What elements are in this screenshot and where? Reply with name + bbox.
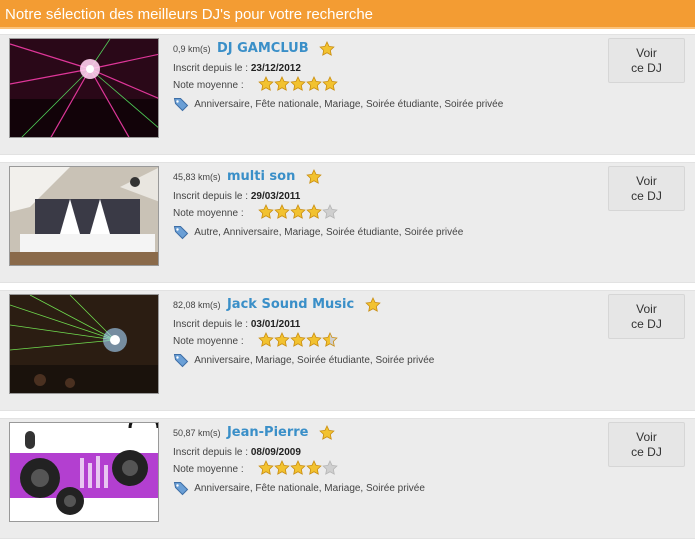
registered-date: 03/01/2011	[250, 319, 301, 330]
dj-name-link[interactable]: Jean-Pierre	[227, 425, 309, 440]
rating-star-icon	[290, 204, 307, 220]
view-dj-label-2: ce DJ	[631, 445, 662, 459]
dj-card: 0,9 km(s) DJ GAMCLUB Inscrit depuis le :…	[0, 34, 695, 155]
view-dj-label-2: ce DJ	[631, 189, 662, 203]
rating-star-icon	[306, 460, 323, 476]
view-dj-button[interactable]: Voir ce DJ	[608, 294, 685, 339]
rating-star-icon	[322, 460, 339, 476]
view-dj-label-1: Voir	[636, 174, 657, 188]
rating-star-icon	[306, 76, 323, 92]
view-dj-label-2: ce DJ	[631, 61, 662, 75]
featured-star-icon	[306, 168, 322, 184]
rating-star-icon	[258, 204, 275, 220]
featured-star-icon	[319, 40, 335, 56]
event-tags-text: Anniversaire, Mariage, Soirée étudiante,…	[194, 355, 435, 366]
registered-label: Inscrit depuis le :	[173, 191, 249, 202]
view-dj-button[interactable]: Voir ce DJ	[608, 38, 685, 83]
distance: 45,83 km(s)	[173, 171, 221, 182]
rating-stars	[258, 76, 339, 93]
rating-star-icon	[274, 204, 291, 220]
dj-name-link[interactable]: multi son	[227, 169, 295, 184]
dj-card: 45,83 km(s) multi son Inscrit depuis le …	[0, 162, 695, 283]
results-title: Notre sélection des meilleurs DJ's pour …	[5, 6, 374, 23]
event-tags: Anniversaire, Mariage, Soirée étudiante,…	[173, 351, 593, 371]
registered-row: Inscrit depuis le : 08/09/2009	[173, 444, 593, 461]
rating-star-icon	[306, 204, 323, 220]
registered-date: 08/09/2009	[250, 447, 301, 458]
tag-icon	[173, 98, 189, 112]
rating-star-icon	[322, 76, 339, 92]
rating-stars	[258, 460, 339, 477]
tag-icon	[173, 354, 189, 368]
registered-label: Inscrit depuis le :	[173, 447, 249, 458]
rating-star-icon	[274, 332, 291, 348]
rating-row: Note moyenne :	[173, 460, 593, 478]
event-tags: Anniversaire, Fête nationale, Mariage, S…	[173, 479, 593, 499]
registered-date: 23/12/2012	[250, 63, 301, 74]
rating-star-icon	[290, 460, 307, 476]
featured-star-icon	[319, 424, 335, 440]
view-dj-button[interactable]: Voir ce DJ	[608, 166, 685, 211]
rating-label: Note moyenne :	[173, 336, 244, 348]
rating-row: Note moyenne :	[173, 332, 593, 350]
view-dj-label-2: ce DJ	[631, 317, 662, 331]
rating-label: Note moyenne :	[173, 464, 244, 476]
dj-thumbnail[interactable]	[9, 294, 159, 394]
rating-star-icon	[290, 332, 307, 348]
rating-star-icon	[322, 332, 339, 348]
registered-row: Inscrit depuis le : 03/01/2011	[173, 316, 593, 333]
rating-star-icon	[274, 460, 291, 476]
rating-star-icon	[274, 76, 291, 92]
rating-star-icon	[306, 332, 323, 348]
dj-card: 50,87 km(s) Jean-Pierre Inscrit depuis l…	[0, 418, 695, 539]
registered-row: Inscrit depuis le : 23/12/2012	[173, 60, 593, 77]
dj-thumbnail[interactable]	[9, 38, 159, 138]
distance: 50,87 km(s)	[173, 427, 221, 438]
tag-icon	[173, 226, 189, 240]
view-dj-label-1: Voir	[636, 46, 657, 60]
event-tags-text: Anniversaire, Fête nationale, Mariage, S…	[194, 483, 425, 494]
rating-star-icon	[258, 332, 275, 348]
hall-stage-image	[10, 167, 158, 265]
speakers-graphic-image	[10, 423, 158, 521]
registered-label: Inscrit depuis le :	[173, 319, 249, 330]
distance: 82,08 km(s)	[173, 299, 221, 310]
dj-thumbnail[interactable]	[9, 166, 159, 266]
rating-label: Note moyenne :	[173, 80, 244, 92]
rating-stars	[258, 332, 339, 349]
dj-results-list: 0,9 km(s) DJ GAMCLUB Inscrit depuis le :…	[0, 29, 695, 539]
rating-star-icon	[290, 76, 307, 92]
club-lasers-image	[10, 39, 158, 137]
event-tags: Anniversaire, Fête nationale, Mariage, S…	[173, 95, 593, 115]
view-dj-label-1: Voir	[636, 430, 657, 444]
rating-star-icon	[322, 204, 339, 220]
rating-row: Note moyenne :	[173, 204, 593, 222]
rating-stars	[258, 204, 339, 221]
dj-name-link[interactable]: DJ GAMCLUB	[217, 41, 309, 56]
results-header: Notre sélection des meilleurs DJ's pour …	[0, 0, 695, 29]
dj-thumbnail[interactable]	[9, 422, 159, 522]
registered-date: 29/03/2011	[250, 191, 301, 202]
registered-label: Inscrit depuis le :	[173, 63, 249, 74]
event-tags-text: Autre, Anniversaire, Mariage, Soirée étu…	[194, 227, 464, 238]
rating-star-icon	[258, 460, 275, 476]
green-lasers-image	[10, 295, 158, 393]
rating-row: Note moyenne :	[173, 76, 593, 94]
rating-star-icon	[258, 76, 275, 92]
dj-card: 82,08 km(s) Jack Sound Music Inscrit dep…	[0, 290, 695, 411]
event-tags: Autre, Anniversaire, Mariage, Soirée étu…	[173, 223, 593, 243]
event-tags-text: Anniversaire, Fête nationale, Mariage, S…	[194, 99, 504, 110]
tag-icon	[173, 482, 189, 496]
dj-name-link[interactable]: Jack Sound Music	[227, 297, 354, 312]
featured-star-icon	[364, 296, 381, 312]
view-dj-label-1: Voir	[636, 302, 657, 316]
rating-label: Note moyenne :	[173, 208, 244, 220]
distance: 0,9 km(s)	[173, 43, 211, 54]
registered-row: Inscrit depuis le : 29/03/2011	[173, 188, 593, 205]
view-dj-button[interactable]: Voir ce DJ	[608, 422, 685, 467]
